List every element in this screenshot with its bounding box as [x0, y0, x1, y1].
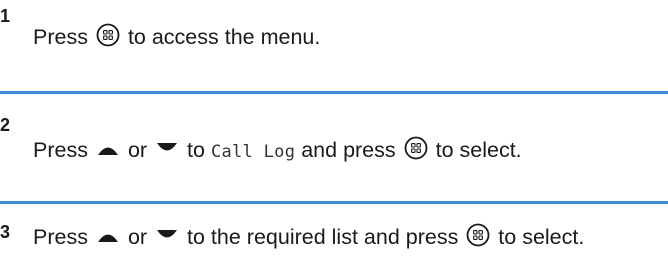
menu-ok-button-icon: [466, 223, 490, 247]
and-press-text: and press: [301, 138, 396, 162]
step-instruction: Press to access the menu.: [33, 23, 663, 52]
divider: [0, 91, 668, 94]
menu-ok-button-icon: [404, 136, 428, 160]
or-text: or: [127, 225, 148, 249]
step-number: 1: [0, 6, 11, 26]
to-list-text: to the required list and press: [187, 225, 459, 249]
instruction-tail: to select.: [498, 225, 585, 249]
up-arrow-icon: [97, 142, 119, 156]
down-arrow-icon: [156, 229, 178, 243]
press-text: Press: [33, 138, 88, 162]
step-instruction: Press or to the required list and press …: [33, 223, 668, 252]
divider: [0, 201, 668, 204]
menu-ok-button-icon: [96, 23, 120, 47]
press-text: Press: [33, 225, 88, 249]
instruction-tail: to select.: [435, 138, 522, 162]
to-text: to: [187, 138, 205, 162]
step-number: 3: [0, 222, 11, 242]
menu-item-name: Call Log: [210, 142, 296, 162]
press-text: Press: [33, 25, 88, 49]
down-arrow-icon: [156, 142, 178, 156]
step-instruction: Press or to Call Log and press to select…: [33, 136, 663, 167]
step-number: 2: [0, 115, 11, 135]
or-text: or: [127, 138, 148, 162]
up-arrow-icon: [97, 229, 119, 243]
instruction-tail: to access the menu.: [127, 25, 321, 49]
